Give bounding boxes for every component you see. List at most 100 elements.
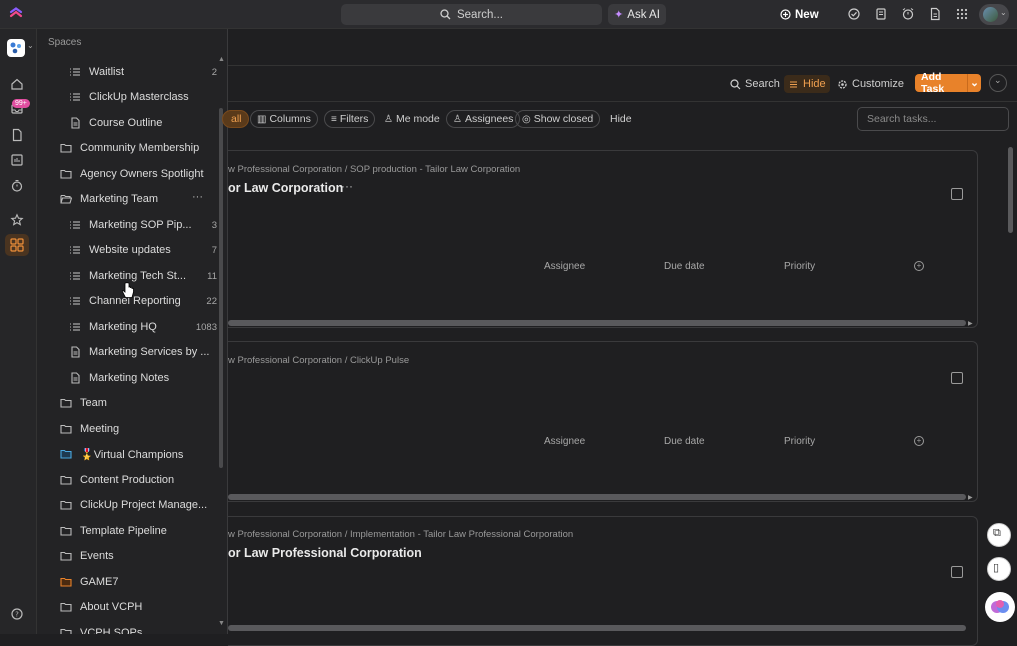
filters-button[interactable]: ≡ Filters — [324, 110, 376, 128]
scroll-down-arrow-icon[interactable]: ▼ — [218, 620, 225, 627]
user-avatar-button[interactable]: ⌄ — [979, 4, 1009, 25]
main-header — [228, 29, 1017, 66]
spaces-sidebar: Spaces Waitlist 2 ClickUp Masterclass Cours… — [37, 29, 228, 634]
favorites-star-icon[interactable] — [10, 213, 24, 227]
sidebar-item[interactable]: VCPH SOPs — [37, 622, 217, 634]
translate-floating-button[interactable]: ⧉ — [987, 523, 1011, 547]
add-column-icon[interactable]: + — [914, 436, 924, 446]
sidebar-item[interactable]: Website updates 7 — [37, 239, 217, 261]
column-header-due-date[interactable]: Due date — [664, 436, 705, 447]
check-circle-icon[interactable] — [847, 7, 861, 21]
workspace-avatar[interactable] — [7, 39, 25, 57]
horizontal-scrollbar[interactable] — [228, 320, 966, 326]
horizontal-scrollbar[interactable] — [228, 494, 966, 500]
global-search-button[interactable]: Search... — [341, 4, 602, 25]
sidebar-item[interactable]: Marketing SOP Pip... 3 — [37, 214, 217, 236]
column-header-priority[interactable]: Priority — [784, 261, 815, 272]
task-group-card: w Professional Corporation / Implementat… — [228, 516, 978, 646]
horizontal-scrollbar[interactable] — [228, 625, 966, 631]
spaces-button[interactable] — [5, 234, 29, 256]
alarm-clock-icon[interactable] — [901, 7, 915, 21]
scroll-right-arrow-icon[interactable]: ▶ — [968, 320, 973, 327]
sidebar-item-label: Team — [80, 397, 107, 409]
sidebar-scrollbar[interactable] — [219, 108, 223, 468]
sidebar-item[interactable]: Agency Owners Spotlight — [37, 163, 217, 185]
toolbar-search-button[interactable]: Search — [726, 75, 784, 93]
column-header-priority[interactable]: Priority — [784, 436, 815, 447]
sidebar-item[interactable]: Events — [37, 545, 217, 567]
expand-icon[interactable] — [951, 188, 963, 200]
card-breadcrumb[interactable]: w Professional Corporation / SOP product… — [228, 164, 520, 175]
sidebar-item[interactable]: Marketing Notes — [37, 367, 217, 389]
add-task-button[interactable]: Add Task ⌄ — [915, 71, 981, 95]
scroll-right-arrow-icon[interactable]: ▶ — [968, 494, 973, 501]
toolbar-customize-button[interactable]: Customize — [833, 75, 908, 93]
dashboards-icon[interactable] — [10, 153, 24, 167]
card-breadcrumb[interactable]: w Professional Corporation / Implementat… — [228, 529, 573, 540]
notepad-icon[interactable] — [874, 7, 888, 21]
document-icon[interactable] — [928, 7, 942, 21]
sidebar-item[interactable]: About VCPH — [37, 596, 217, 618]
sidebar-item[interactable]: Waitlist 2 — [37, 61, 217, 83]
expand-icon[interactable] — [951, 372, 963, 384]
sidebar-item[interactable]: Marketing Team — [37, 188, 217, 210]
sidebar-item-label: Events — [80, 550, 114, 562]
task-group-card: w Professional Corporation / ClickUp Pul… — [228, 341, 978, 502]
document-icon — [69, 372, 81, 384]
docs-icon[interactable] — [10, 128, 24, 142]
sidebar-item[interactable]: Community Membership — [37, 137, 217, 159]
column-header-due-date[interactable]: Due date — [664, 261, 705, 272]
home-icon[interactable] — [10, 77, 24, 91]
collapse-toolbar-button[interactable]: ⌄ — [989, 74, 1007, 92]
sidebar-item[interactable]: Marketing HQ 1083 — [37, 316, 217, 338]
assignees-button[interactable]: ♙ Assignees — [446, 110, 521, 128]
card-more-options-icon[interactable]: ··· — [410, 544, 422, 558]
clickup-logo-icon[interactable] — [9, 7, 23, 21]
sidebar-item[interactable]: Meeting — [37, 418, 217, 440]
sidebar-item[interactable]: Marketing Services by ... — [37, 341, 217, 363]
chevron-down-icon: ⌄ — [1000, 8, 1007, 17]
expand-icon[interactable] — [951, 566, 963, 578]
card-title[interactable]: or Law Professional Corporation — [228, 546, 422, 560]
sidebar-item[interactable]: 🎖️Virtual Champions — [37, 443, 217, 465]
filter-all-chip[interactable]: all — [222, 110, 249, 128]
show-closed-button[interactable]: ◎ Show closed — [515, 110, 601, 128]
new-button[interactable]: New — [780, 5, 819, 24]
sidebar-item[interactable]: GAME7 — [37, 571, 217, 593]
toolbar-hide-button[interactable]: Hide — [784, 75, 830, 93]
list-icon — [69, 91, 81, 103]
sidebar-item-label: Content Production — [80, 474, 175, 486]
me-mode-button[interactable]: ♙ Me mode — [378, 110, 446, 128]
card-breadcrumb[interactable]: w Professional Corporation / ClickUp Pul… — [228, 355, 409, 366]
sidebar-item[interactable]: Course Outline — [37, 112, 217, 134]
card-more-options-icon[interactable]: ··· — [341, 179, 353, 193]
sidebar-item[interactable]: ClickUp Project Manage... — [37, 494, 217, 516]
help-icon[interactable]: ? — [10, 607, 24, 621]
more-options-icon[interactable]: ··· — [192, 191, 203, 203]
filter-hide-button[interactable]: Hide — [604, 110, 638, 128]
sidebar-item-label: Marketing Tech St... — [89, 270, 187, 282]
search-tasks-input[interactable]: Search tasks... — [857, 107, 1009, 131]
sidebar-item-label: Marketing SOP Pip... — [89, 219, 192, 231]
sidebar-item[interactable]: Template Pipeline — [37, 520, 217, 542]
add-task-label: Add Task — [921, 71, 945, 95]
card-title[interactable]: or Law Corporation — [228, 181, 343, 195]
ask-ai-button[interactable]: ✦ Ask AI — [608, 4, 666, 25]
main-vertical-scrollbar[interactable] — [1008, 147, 1013, 233]
reader-floating-button[interactable]: ▯ — [987, 557, 1011, 581]
sidebar-item[interactable]: ClickUp Masterclass — [37, 86, 217, 108]
columns-button[interactable]: ▥ Columns — [250, 110, 318, 128]
column-header-assignee[interactable]: Assignee — [544, 261, 585, 272]
ai-assistant-floating-button[interactable] — [985, 592, 1015, 622]
brain-icon — [991, 600, 1009, 613]
sidebar-item[interactable]: Content Production — [37, 469, 217, 491]
column-header-assignee[interactable]: Assignee — [544, 436, 585, 447]
add-task-dropdown-icon[interactable]: ⌄ — [967, 74, 981, 92]
add-column-icon[interactable]: + — [914, 261, 924, 271]
workspace-chevron-icon[interactable]: ⌄ — [27, 41, 34, 50]
sidebar-item[interactable]: Team — [37, 392, 217, 414]
apps-grid-icon[interactable] — [955, 7, 969, 21]
timer-icon[interactable] — [10, 179, 24, 193]
document-icon — [69, 117, 81, 129]
scroll-up-arrow-icon[interactable]: ▲ — [218, 56, 225, 63]
